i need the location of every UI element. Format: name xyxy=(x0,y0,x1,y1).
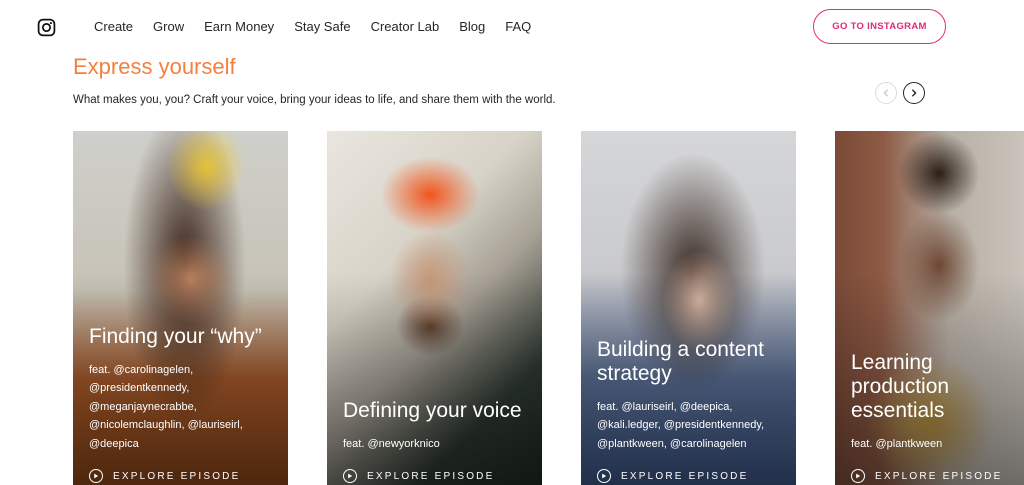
card-title: Defining your voice xyxy=(343,399,534,423)
nav-blog[interactable]: Blog xyxy=(459,19,485,34)
carousel-next-button[interactable] xyxy=(903,82,925,104)
card-content: Finding your “why” feat. @carolinagelen,… xyxy=(89,325,280,485)
explore-episode-link[interactable]: EXPLORE EPISODE xyxy=(343,469,534,483)
card-featuring: feat. @newyorknico xyxy=(343,435,534,454)
play-icon xyxy=(343,469,357,483)
featuring-line: feat. @newyorknico xyxy=(343,437,440,450)
explore-episode-label: EXPLORE EPISODE xyxy=(113,470,241,482)
play-icon xyxy=(597,469,611,483)
explore-episode-label: EXPLORE EPISODE xyxy=(367,470,495,482)
nav-faq[interactable]: FAQ xyxy=(505,19,531,34)
card-title-line: Defining your voice xyxy=(343,398,522,422)
card-title-line: Building a content xyxy=(597,337,764,361)
featuring-line: @nicolemclaughlin, @lauriseirl, xyxy=(89,419,243,431)
card-title-line: production xyxy=(851,374,950,398)
card-featuring: feat. @plantkween xyxy=(851,435,1016,454)
explore-episode-link[interactable]: EXPLORE EPISODE xyxy=(597,469,788,483)
card-featuring: feat. @lauriseirl, @deepica, @kali.ledge… xyxy=(597,398,788,454)
nav-earn-money[interactable]: Earn Money xyxy=(204,19,274,34)
card-title: Building a content strategy xyxy=(597,338,788,386)
card-title: Finding your “why” xyxy=(89,325,280,349)
episode-card-building-a-content-strategy[interactable]: Building a content strategy feat. @lauri… xyxy=(581,131,796,485)
chevron-right-icon xyxy=(912,89,917,97)
instagram-logo-icon[interactable] xyxy=(37,18,56,37)
go-to-instagram-button[interactable]: GO TO INSTAGRAM xyxy=(813,9,946,44)
nav-grow[interactable]: Grow xyxy=(153,19,184,34)
nav-stay-safe[interactable]: Stay Safe xyxy=(294,19,350,34)
main-nav: Create Grow Earn Money Stay Safe Creator… xyxy=(94,19,531,34)
section-title: Express yourself xyxy=(73,54,236,79)
nav-creator-lab[interactable]: Creator Lab xyxy=(371,19,440,34)
featuring-line: feat. @carolinagelen, xyxy=(89,363,194,376)
card-title-line: strategy xyxy=(597,361,672,385)
card-featuring: feat. @carolinagelen, @presidentkennedy,… xyxy=(89,361,280,454)
section-subtitle: What makes you, you? Craft your voice, b… xyxy=(73,94,556,106)
episode-card-defining-your-voice[interactable]: Defining your voice feat. @newyorknico E… xyxy=(327,131,542,485)
episode-card-finding-your-why[interactable]: Finding your “why” feat. @carolinagelen,… xyxy=(73,131,288,485)
card-content: Building a content strategy feat. @lauri… xyxy=(597,338,788,485)
card-title-line: Finding your “why” xyxy=(89,324,262,348)
featuring-line: feat. @plantkween xyxy=(851,437,943,450)
play-icon xyxy=(851,469,865,483)
featuring-line: feat. @lauriseirl, @deepica, xyxy=(597,400,733,413)
card-content: Learning production essentials feat. @pl… xyxy=(851,351,1016,485)
carousel-prev-button[interactable] xyxy=(875,82,897,104)
featuring-line: @plantkween, @carolinagelen xyxy=(597,437,747,450)
explore-episode-link[interactable]: EXPLORE EPISODE xyxy=(851,469,1016,483)
nav-create[interactable]: Create xyxy=(94,19,133,34)
featuring-line: @presidentkennedy, xyxy=(89,382,190,394)
card-title-line: essentials xyxy=(851,398,945,422)
explore-episode-label: EXPLORE EPISODE xyxy=(621,470,749,482)
card-content: Defining your voice feat. @newyorknico E… xyxy=(343,399,534,485)
featuring-line: @meganjaynecrabbe, xyxy=(89,400,197,413)
episode-card-learning-production-essentials[interactable]: Learning production essentials feat. @pl… xyxy=(835,131,1024,485)
card-title-line: Learning xyxy=(851,350,933,374)
explore-episode-label: EXPLORE EPISODE xyxy=(875,470,1003,482)
featuring-line: @kali.ledger, @presidentkennedy, xyxy=(597,419,765,431)
chevron-left-icon xyxy=(883,89,888,97)
featuring-line: @deepica xyxy=(89,437,139,450)
play-icon xyxy=(89,469,103,483)
explore-episode-link[interactable]: EXPLORE EPISODE xyxy=(89,469,280,483)
card-title: Learning production essentials xyxy=(851,351,1016,423)
